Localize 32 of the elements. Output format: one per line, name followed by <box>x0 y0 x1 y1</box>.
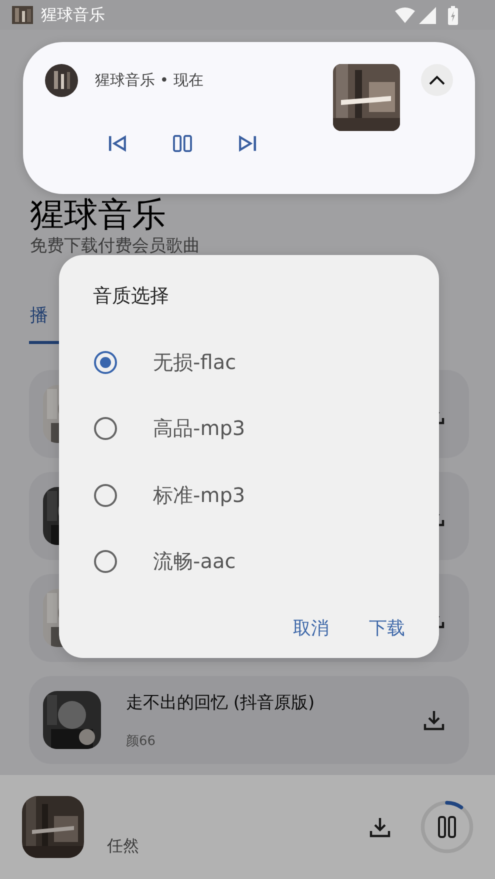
radio-button[interactable] <box>94 417 117 440</box>
media-notification[interactable]: 猩球音乐 • 现在 <box>23 42 475 194</box>
song-title: 走不出的回忆 (抖音原版) <box>126 692 316 714</box>
radio-button[interactable] <box>94 550 117 574</box>
song-card[interactable]: 走不出的回忆 (抖音原版) 颜66 <box>29 676 469 764</box>
status-app-name: 猩球音乐 <box>41 4 105 26</box>
notification-app-line: 猩球音乐 • 现在 <box>95 70 204 91</box>
next-icon[interactable] <box>238 135 257 152</box>
option-label[interactable]: 无损-flac <box>153 348 236 376</box>
pause-icon[interactable] <box>438 816 456 838</box>
song-artist: 颜66 <box>126 732 157 750</box>
download-icon[interactable] <box>423 709 445 731</box>
option-label[interactable]: 流畅-aac <box>153 548 236 576</box>
wifi-icon <box>395 7 415 23</box>
previous-icon[interactable] <box>108 135 127 152</box>
app-subtitle: 免费下载付费会员歌曲 <box>30 235 201 257</box>
signal-icon <box>419 6 436 24</box>
player-artist: 任然 <box>107 836 140 857</box>
progress-ring <box>419 799 475 855</box>
pause-icon[interactable] <box>173 135 192 152</box>
radio-button[interactable] <box>94 484 117 507</box>
dialog-title: 音质选择 <box>93 284 170 309</box>
battery-icon <box>448 6 458 24</box>
option-label[interactable]: 标准-mp3 <box>153 482 246 509</box>
collapse-button[interactable] <box>421 64 453 96</box>
download-icon[interactable] <box>369 816 391 838</box>
dialog-button[interactable]: 取消 <box>293 612 329 644</box>
radio-button[interactable] <box>94 350 117 374</box>
app-title: 猩球音乐 <box>30 196 167 234</box>
chevron-up-icon <box>429 75 445 85</box>
option-label[interactable]: 高品-mp3 <box>153 415 246 442</box>
dialog-button[interactable]: 下载 <box>369 612 405 644</box>
